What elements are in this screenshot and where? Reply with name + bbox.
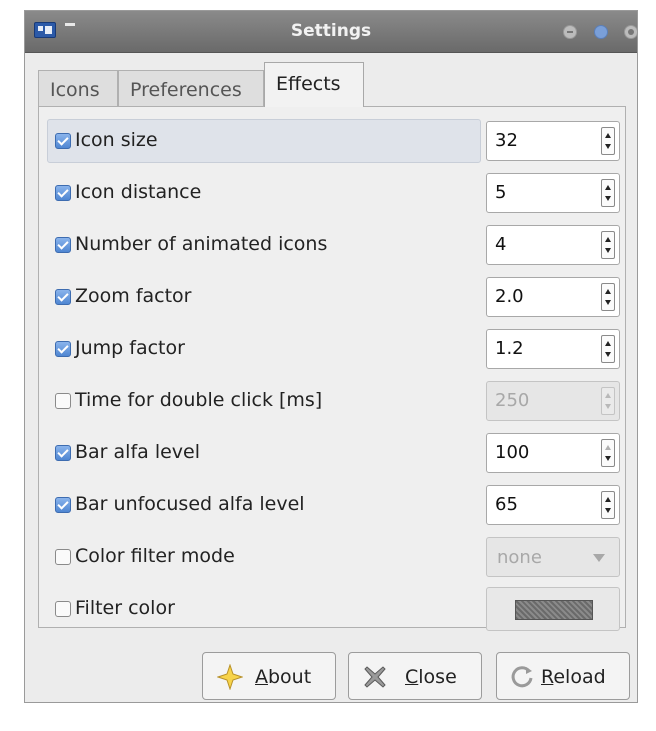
reload-icon [511, 666, 533, 688]
animated-icons-spinbox[interactable]: 4 [486, 225, 620, 265]
jump-factor-label: Jump factor [75, 337, 185, 359]
setting-row-icon-size: Icon size 32 [47, 119, 621, 163]
about-label: About [255, 666, 312, 688]
color-filter-mode-select: none [486, 537, 620, 577]
double-click-checkbox[interactable] [55, 393, 71, 409]
bar-unfocused-alfa-spinbox[interactable]: 65 [486, 485, 620, 525]
spin-arrows-icon[interactable] [601, 335, 615, 363]
setting-row-bar-alfa: Bar alfa level 100 [47, 431, 621, 475]
zoom-factor-label: Zoom factor [75, 285, 192, 307]
filter-color-label: Filter color [75, 597, 175, 619]
setting-row-filter-color: Filter color [47, 587, 621, 631]
bar-alfa-spinbox[interactable]: 100 [486, 433, 620, 473]
bar-alfa-checkbox[interactable] [55, 445, 71, 461]
close-label: Close [405, 666, 457, 688]
star-icon [217, 664, 243, 690]
double-click-spinbox: 250 [486, 381, 620, 421]
setting-row-bar-unfocused-alfa: Bar unfocused alfa level 65 [47, 483, 621, 527]
double-click-value: 250 [495, 390, 530, 411]
filter-color-button [486, 587, 620, 631]
spin-arrows-icon[interactable] [601, 283, 615, 311]
animated-icons-checkbox[interactable] [55, 237, 71, 253]
tab-icons[interactable]: Icons [38, 70, 118, 106]
jump-factor-spinbox[interactable]: 1.2 [486, 329, 620, 369]
icon-distance-label: Icon distance [75, 181, 202, 203]
spin-arrows-icon[interactable] [601, 179, 615, 207]
tab-effects[interactable]: Effects [264, 62, 364, 107]
bar-alfa-value: 100 [495, 442, 530, 463]
effects-panel: Icon size 32 Icon distance 5 Number of a… [38, 106, 626, 631]
icon-size-checkbox[interactable] [55, 133, 71, 149]
close-button[interactable]: Close [348, 652, 482, 700]
tab-preferences[interactable]: Preferences [118, 70, 264, 106]
title-bar[interactable]: Settings [25, 11, 638, 53]
zoom-factor-value: 2.0 [495, 286, 524, 307]
setting-row-zoom-factor: Zoom factor 2.0 [47, 275, 621, 319]
spin-arrows-icon[interactable] [601, 231, 615, 259]
color-swatch [515, 600, 593, 620]
animated-icons-value: 4 [495, 234, 507, 255]
close-x-icon [364, 666, 386, 688]
jump-factor-value: 1.2 [495, 338, 524, 359]
filter-color-checkbox[interactable] [55, 601, 71, 617]
close-window-button[interactable] [624, 25, 638, 39]
zoom-factor-checkbox[interactable] [55, 289, 71, 305]
setting-row-double-click: Time for double click [ms] 250 [47, 379, 621, 423]
color-filter-mode-value: none [497, 547, 542, 568]
icon-size-value: 32 [495, 130, 518, 151]
color-filter-mode-checkbox[interactable] [55, 549, 71, 565]
minimize-button[interactable] [563, 25, 577, 39]
spin-arrows-icon[interactable] [601, 127, 615, 155]
about-button[interactable]: About [202, 652, 336, 700]
bar-unfocused-alfa-label: Bar unfocused alfa level [75, 493, 305, 515]
maximize-button[interactable] [594, 25, 608, 39]
setting-row-jump-factor: Jump factor 1.2 [47, 327, 621, 371]
icon-distance-value: 5 [495, 182, 507, 203]
setting-row-icon-distance: Icon distance 5 [47, 171, 621, 215]
icon-size-spinbox[interactable]: 32 [486, 121, 620, 161]
dropdown-arrow-icon [593, 554, 605, 562]
icon-size-label: Icon size [75, 129, 158, 151]
setting-row-animated-icons: Number of animated icons 4 [47, 223, 621, 267]
spin-arrows-icon [601, 387, 615, 415]
reload-label: Reload [541, 666, 606, 688]
spin-arrows-icon[interactable] [601, 491, 615, 519]
icon-distance-spinbox[interactable]: 5 [486, 173, 620, 213]
spin-arrows-icon[interactable] [601, 439, 615, 467]
zoom-factor-spinbox[interactable]: 2.0 [486, 277, 620, 317]
bar-unfocused-alfa-value: 65 [495, 494, 518, 515]
color-filter-mode-label: Color filter mode [75, 545, 235, 567]
reload-button[interactable]: Reload [496, 652, 630, 700]
double-click-label: Time for double click [ms] [75, 389, 323, 411]
jump-factor-checkbox[interactable] [55, 341, 71, 357]
setting-row-color-filter-mode: Color filter mode none [47, 535, 621, 579]
icon-distance-checkbox[interactable] [55, 185, 71, 201]
window-title: Settings [290, 21, 372, 41]
bar-alfa-label: Bar alfa level [75, 441, 201, 463]
animated-icons-label: Number of animated icons [75, 233, 328, 255]
bar-unfocused-alfa-checkbox[interactable] [55, 497, 71, 513]
